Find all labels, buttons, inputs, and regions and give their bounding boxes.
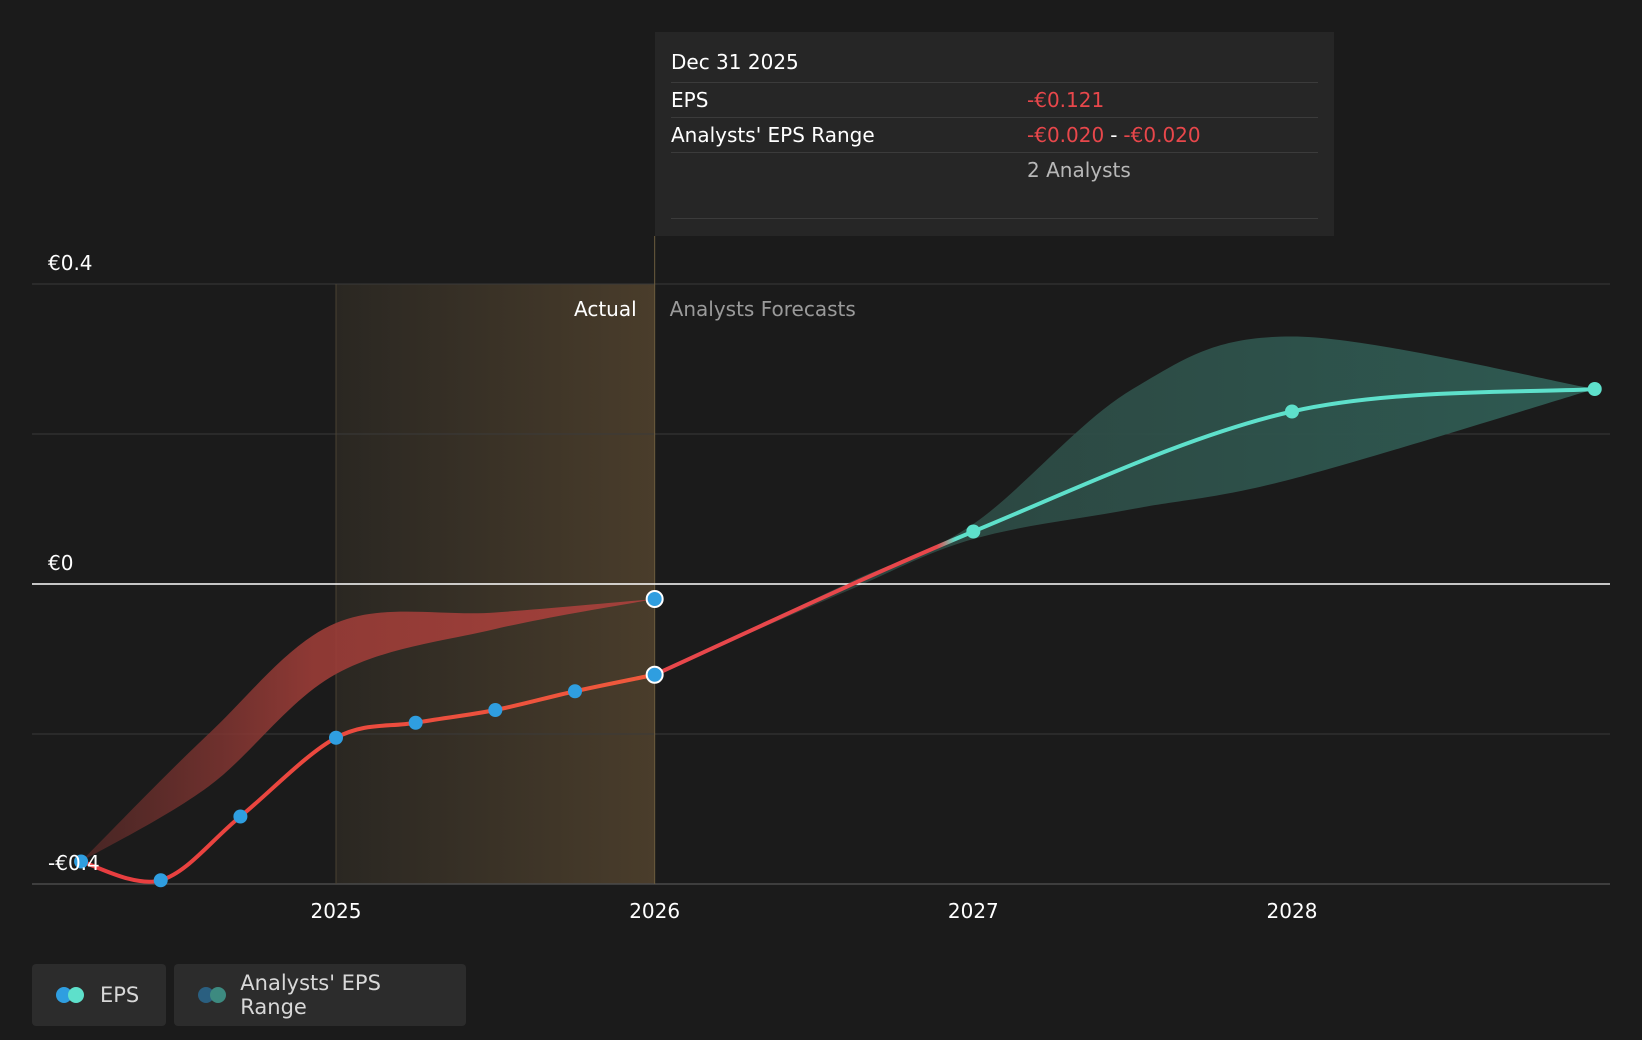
forecast-label: Analysts Forecasts [670, 297, 856, 321]
tooltip-range-low: -€0.020 [1027, 123, 1105, 147]
eps-point [1587, 382, 1602, 396]
eps-point [488, 703, 503, 717]
highlight-point [645, 590, 664, 608]
eps-range-band-forecast [654, 336, 1595, 675]
legend-range-label: Analysts' EPS Range [240, 971, 381, 1019]
tooltip-range-row: Analysts' EPS Range -€0.020 - -€0.020 [671, 118, 1318, 153]
tooltip-range-high: -€0.020 [1123, 123, 1201, 147]
y-tick-label: -€0.4 [48, 851, 100, 875]
actual-label: Actual [574, 297, 637, 321]
eps-point [153, 873, 168, 888]
legend-eps-icon [56, 987, 86, 1003]
tooltip-range-sep: - [1110, 123, 1118, 147]
legend-range-icon [198, 987, 226, 1003]
y-axis-labels: €0.4 €0 -€0.4 [48, 251, 100, 875]
tooltip-analysts: 2 Analysts [1027, 158, 1131, 182]
legend-eps-label: EPS [100, 983, 140, 1007]
legend-eps-range[interactable]: Analysts' EPS Range [174, 964, 466, 1026]
eps-point [966, 524, 981, 539]
highlight-point [645, 665, 664, 684]
tooltip-date: Dec 31 2025 [671, 46, 1318, 83]
legend-eps[interactable]: EPS [32, 964, 166, 1026]
tooltip-eps-label: EPS [671, 88, 709, 112]
x-tick-label: 2026 [629, 899, 680, 923]
tooltip-eps-row: EPS -€0.121 [671, 83, 1318, 118]
x-tick-label: 2028 [1267, 899, 1318, 923]
y-tick-label: €0.4 [48, 251, 93, 275]
tooltip-range-label: Analysts' EPS Range [671, 123, 875, 147]
range-bands [81, 336, 1595, 862]
x-axis-labels: 2025 2026 2027 2028 [311, 899, 1318, 923]
eps-points [74, 382, 1602, 888]
tooltip: Dec 31 2025 EPS -€0.121 Analysts' EPS Ra… [655, 32, 1334, 236]
x-tick-label: 2025 [311, 899, 362, 923]
tooltip-eps-value: -€0.121 [1027, 88, 1105, 112]
eps-point [1285, 404, 1299, 419]
eps-lines [79, 387, 1597, 884]
eps-point [568, 684, 582, 699]
y-tick-label: €0 [48, 551, 73, 575]
eps-point [329, 730, 343, 745]
eps-point [408, 715, 423, 730]
tooltip-divider [671, 218, 1318, 219]
tooltip-analysts-row: 2 Analysts [671, 153, 1318, 187]
eps-point [233, 809, 248, 824]
x-tick-label: 2027 [948, 899, 999, 923]
